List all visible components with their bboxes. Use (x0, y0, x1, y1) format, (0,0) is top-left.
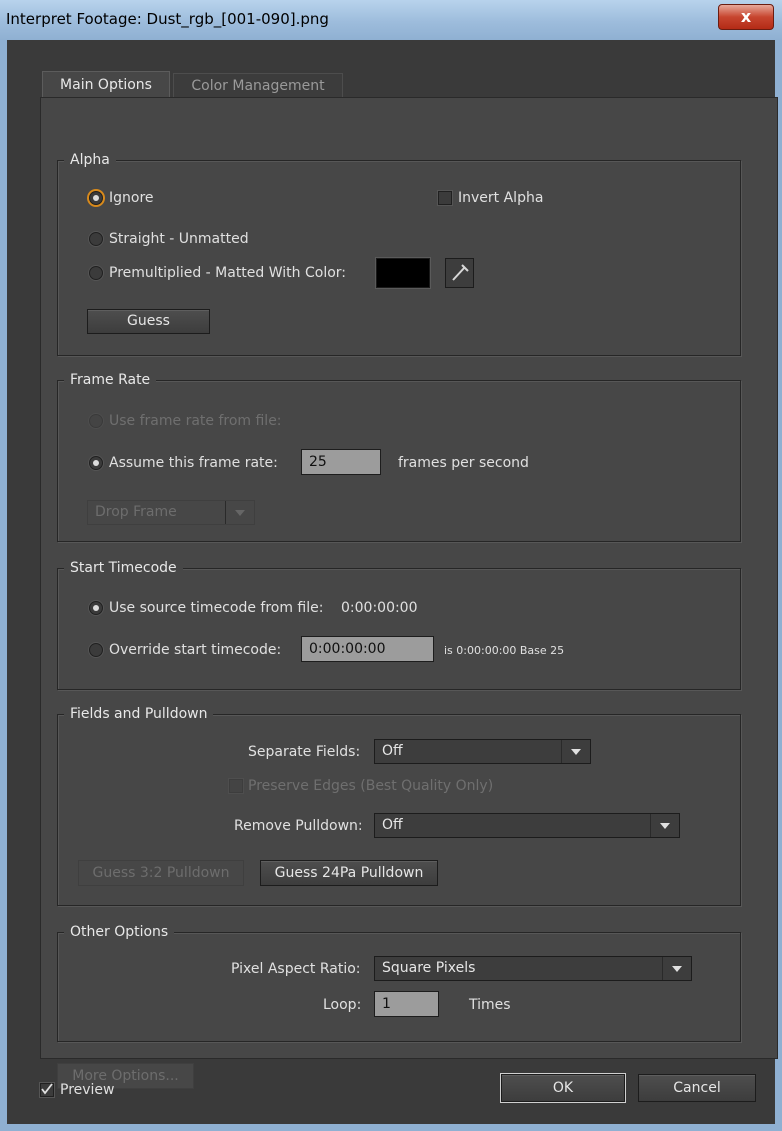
use-file-frame-rate-label: Use frame rate from file: (109, 413, 282, 429)
cancel-button[interactable]: Cancel (638, 1074, 756, 1102)
alpha-group: Alpha Ignore Invert Alpha Straight - Unm… (57, 151, 741, 356)
alpha-premultiplied-radio[interactable] (89, 266, 103, 280)
alpha-ignore-radio[interactable] (89, 191, 103, 205)
window-frame-bottom (0, 1124, 782, 1131)
assume-frame-rate-label[interactable]: Assume this frame rate: (109, 454, 278, 472)
use-source-timecode-label[interactable]: Use source timecode from file: (109, 599, 323, 617)
guess-3-2-pulldown-button[interactable]: Guess 3:2 Pulldown (78, 860, 244, 886)
window-frame-left (0, 40, 7, 1131)
alpha-group-title: Alpha (64, 151, 116, 169)
chevron-down-icon (561, 740, 590, 763)
window-title: Interpret Footage: Dust_rgb_[001-090].pn… (6, 10, 329, 28)
preview-checkbox[interactable] (40, 1083, 54, 1097)
alpha-guess-button[interactable]: Guess (87, 309, 210, 334)
invert-alpha-checkbox[interactable] (438, 191, 452, 205)
close-button[interactable]: x (718, 4, 774, 30)
fields-pulldown-group-title: Fields and Pulldown (64, 705, 214, 723)
separate-fields-dropdown[interactable]: Off (374, 739, 591, 764)
fields-pulldown-group: Fields and Pulldown Separate Fields: Off… (57, 705, 741, 906)
override-timecode-radio[interactable] (89, 643, 103, 657)
frame-rate-group: Frame Rate Use frame rate from file: Ass… (57, 371, 741, 542)
checkmark-icon (41, 1083, 53, 1095)
loop-label: Loop: (323, 997, 362, 1013)
other-options-group: Other Options Pixel Aspect Ratio: Square… (57, 923, 741, 1042)
loop-suffix-label: Times (469, 997, 511, 1013)
guess-24pa-pulldown-button[interactable]: Guess 24Pa Pulldown (260, 860, 438, 886)
pixel-aspect-ratio-label: Pixel Aspect Ratio: (231, 961, 361, 977)
remove-pulldown-label: Remove Pulldown: (234, 818, 363, 834)
interpret-footage-dialog: Interpret Footage: Dust_rgb_[001-090].pn… (0, 0, 782, 1131)
main-options-panel: Alpha Ignore Invert Alpha Straight - Unm… (40, 97, 778, 1089)
ok-button[interactable]: OK (501, 1074, 625, 1102)
preview-label[interactable]: Preview (60, 1081, 115, 1099)
timecode-info: is 0:00:00:00 Base 25 (444, 644, 565, 657)
dialog-body: Main Options Color Management Alpha Igno… (7, 40, 778, 1124)
source-timecode-value: 0:00:00:00 (341, 600, 418, 616)
chevron-down-icon (662, 957, 691, 980)
override-timecode-label[interactable]: Override start timecode: (109, 641, 281, 659)
remove-pulldown-value: Off (382, 817, 403, 833)
use-file-frame-rate-radio[interactable] (89, 414, 103, 428)
fps-input[interactable]: 25 (301, 449, 381, 475)
fps-suffix-label: frames per second (398, 455, 529, 471)
invert-alpha-label[interactable]: Invert Alpha (458, 189, 543, 207)
pixel-aspect-ratio-dropdown[interactable]: Square Pixels (374, 956, 692, 981)
drop-frame-value: Drop Frame (95, 504, 177, 520)
use-source-timecode-radio[interactable] (89, 601, 103, 615)
separate-fields-value: Off (382, 743, 403, 759)
tab-main-options[interactable]: Main Options (42, 71, 170, 98)
alpha-premultiplied-label[interactable]: Premultiplied - Matted With Color: (109, 264, 346, 282)
title-bar[interactable]: Interpret Footage: Dust_rgb_[001-090].pn… (0, 0, 782, 40)
eyedropper-button[interactable] (445, 258, 474, 288)
close-icon: x (740, 7, 752, 26)
assume-frame-rate-radio[interactable] (89, 456, 103, 470)
matte-color-swatch[interactable] (376, 258, 430, 288)
alpha-straight-label[interactable]: Straight - Unmatted (109, 230, 249, 248)
other-options-group-title: Other Options (64, 923, 175, 941)
preserve-edges-checkbox[interactable] (229, 779, 243, 793)
frame-rate-group-title: Frame Rate (64, 371, 157, 389)
pixel-aspect-ratio-value: Square Pixels (382, 960, 476, 976)
alpha-straight-radio[interactable] (89, 232, 103, 246)
start-timecode-group-title: Start Timecode (64, 559, 183, 577)
tab-color-management[interactable]: Color Management (173, 73, 343, 97)
chevron-down-icon (225, 501, 254, 524)
eyedropper-icon (452, 264, 469, 281)
separate-fields-label: Separate Fields: (248, 744, 361, 760)
override-timecode-input[interactable]: 0:00:00:00 (301, 636, 434, 662)
chevron-down-icon (650, 814, 679, 837)
loop-input[interactable]: 1 (374, 991, 439, 1017)
remove-pulldown-dropdown[interactable]: Off (374, 813, 680, 838)
preserve-edges-label: Preserve Edges (Best Quality Only) (248, 778, 494, 794)
start-timecode-group: Start Timecode Use source timecode from … (57, 559, 741, 690)
drop-frame-dropdown[interactable]: Drop Frame (87, 500, 255, 525)
alpha-ignore-label[interactable]: Ignore (109, 189, 154, 207)
